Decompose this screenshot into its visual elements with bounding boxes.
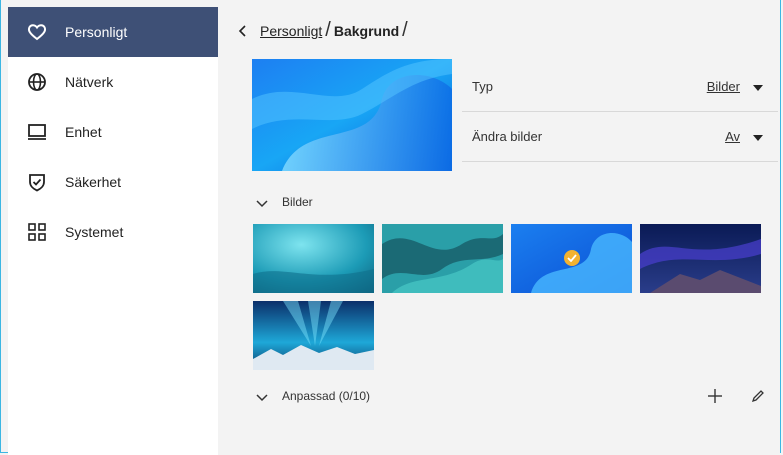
dropdown-arrow-icon[interactable] bbox=[752, 81, 764, 91]
main-panel: Personligt / Bakgrund / Typ Bilder Ändra… bbox=[218, 7, 780, 455]
sidebar: Personligt Nätverk Enhet Säkerhet System… bbox=[8, 7, 218, 455]
sidebar-item-sakerhet[interactable]: Säkerhet bbox=[8, 157, 218, 207]
sidebar-item-label: Enhet bbox=[65, 124, 102, 140]
sidebar-item-label: Systemet bbox=[65, 224, 124, 240]
selected-check-icon bbox=[564, 250, 580, 266]
breadcrumb-current: Bakgrund bbox=[333, 22, 400, 39]
wallpaper-thumbnail[interactable] bbox=[382, 224, 503, 293]
sidebar-item-label: Säkerhet bbox=[65, 174, 122, 190]
chevron-down-icon bbox=[256, 391, 268, 402]
edit-pencil-icon[interactable] bbox=[749, 387, 767, 405]
type-value[interactable]: Bilder bbox=[707, 79, 740, 94]
custom-section-header[interactable]: Anpassad (0/10) bbox=[256, 389, 370, 403]
wallpaper-thumbnail-selected[interactable] bbox=[511, 224, 632, 293]
breadcrumb-separator: / bbox=[402, 19, 408, 41]
wallpaper-thumbnail[interactable] bbox=[253, 224, 374, 293]
dropdown-arrow-icon[interactable] bbox=[752, 131, 764, 141]
globe-icon bbox=[26, 71, 48, 93]
sidebar-item-label: Nätverk bbox=[65, 74, 114, 90]
sidebar-item-systemet[interactable]: Systemet bbox=[8, 207, 218, 257]
change-images-label: Ändra bilder bbox=[472, 128, 543, 144]
type-label: Typ bbox=[472, 78, 493, 94]
sidebar-item-enhet[interactable]: Enhet bbox=[8, 107, 218, 157]
change-images-value[interactable]: Av bbox=[725, 129, 740, 144]
breadcrumb: Personligt / Bakgrund / bbox=[234, 19, 411, 42]
sidebar-item-label: Personligt bbox=[65, 24, 128, 40]
wallpaper-thumbnail[interactable] bbox=[640, 224, 761, 293]
custom-section-label: Anpassad (0/10) bbox=[282, 389, 371, 403]
monitor-icon bbox=[26, 121, 48, 143]
sidebar-item-personligt[interactable]: Personligt bbox=[8, 7, 218, 57]
grid-icon bbox=[26, 221, 48, 243]
change-images-setting-row[interactable]: Ändra bilder Av bbox=[462, 111, 778, 162]
shield-check-icon bbox=[26, 171, 48, 193]
type-setting-row[interactable]: Typ Bilder bbox=[462, 61, 778, 112]
sidebar-item-natverk[interactable]: Nätverk bbox=[8, 57, 218, 107]
breadcrumb-parent-link[interactable]: Personligt bbox=[260, 23, 322, 39]
images-section-label: Bilder bbox=[282, 195, 313, 209]
chevron-down-icon bbox=[256, 197, 268, 208]
add-icon[interactable] bbox=[706, 387, 724, 405]
wallpaper-thumbnail[interactable] bbox=[253, 301, 374, 370]
breadcrumb-separator: / bbox=[325, 19, 331, 41]
wallpaper-preview bbox=[252, 59, 452, 171]
back-icon[interactable] bbox=[234, 22, 252, 40]
heart-icon bbox=[26, 21, 48, 43]
images-section-header[interactable]: Bilder bbox=[256, 195, 313, 209]
